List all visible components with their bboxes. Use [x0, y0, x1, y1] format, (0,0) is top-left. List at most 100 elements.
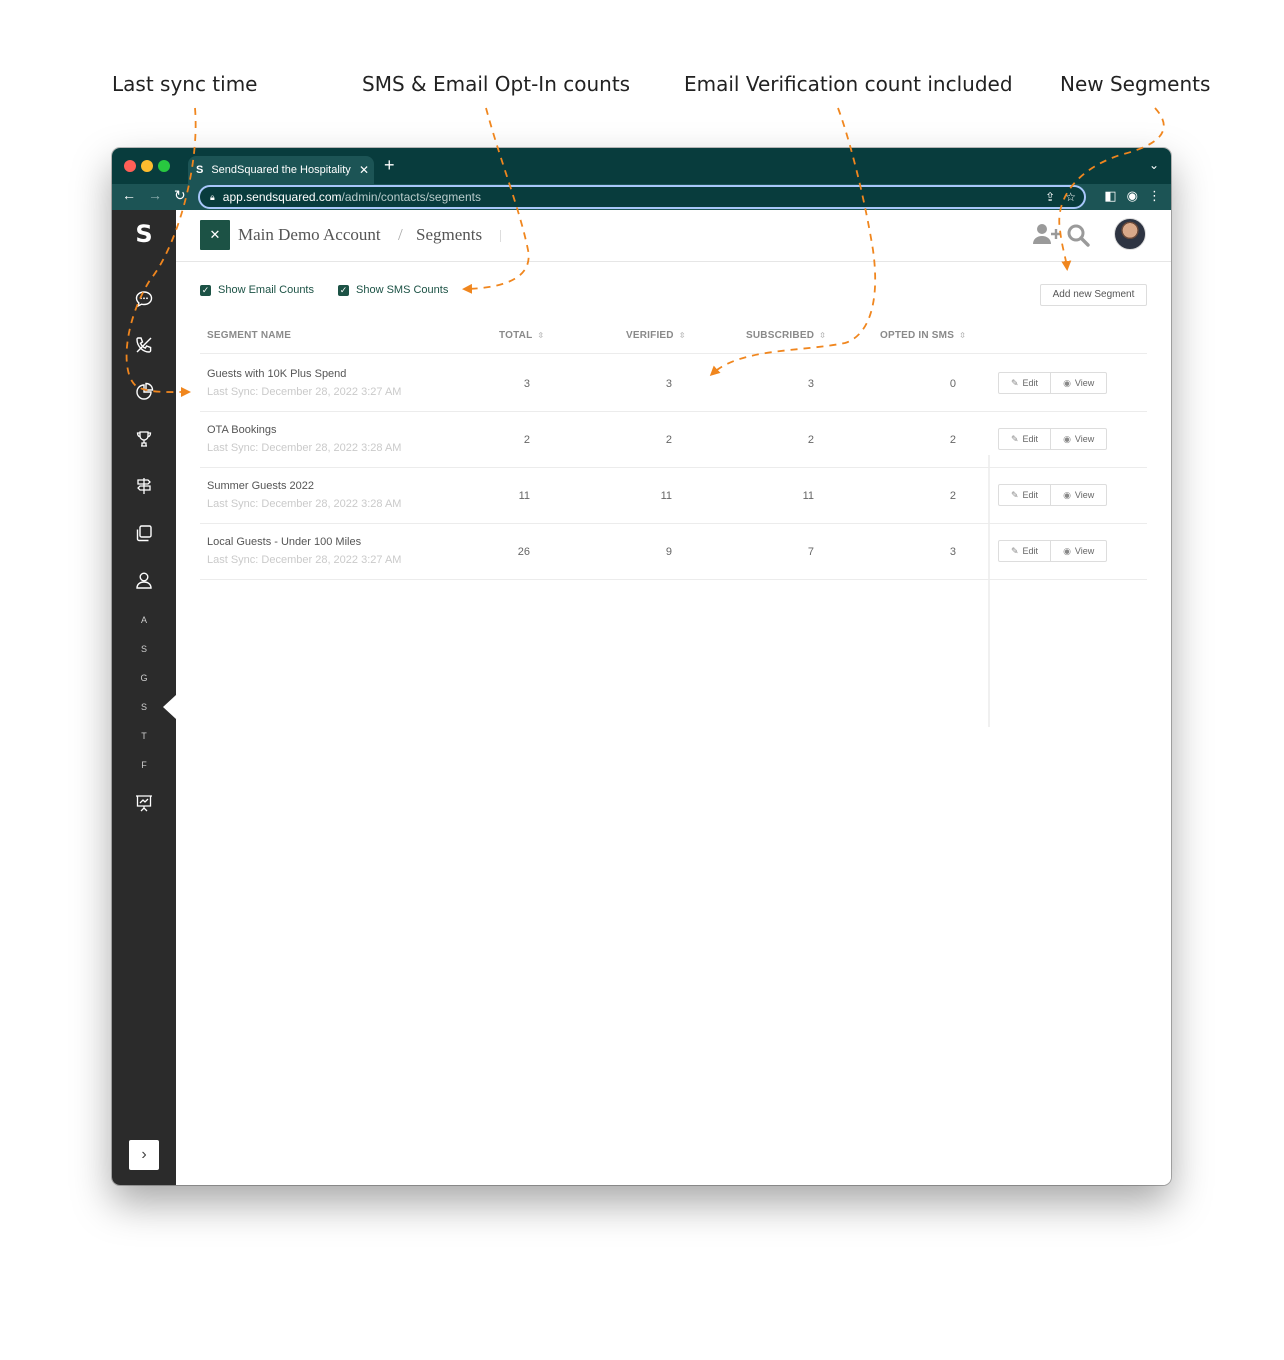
page-title: Segments — [416, 225, 483, 244]
sort-icon: ⇳ — [537, 331, 545, 340]
opted-in-sms-count: 3 — [949, 546, 956, 558]
active-indicator — [163, 695, 176, 719]
view-button[interactable]: ◉ View — [1050, 373, 1106, 393]
profile-icon[interactable]: ◉ — [1127, 188, 1138, 204]
page-header: ✕ Main Demo Account / Segments — [176, 210, 1171, 262]
tab-search-chevron-icon[interactable]: ⌄ — [1149, 158, 1159, 172]
share-icon[interactable]: ⇪ — [1045, 190, 1055, 204]
table-row: Guests with 10K Plus Spend Last Sync: De… — [200, 356, 1147, 412]
tab-title: SendSquared the Hospitality M — [211, 164, 354, 176]
side-panel-icon[interactable]: ◧ — [1104, 188, 1116, 204]
total-count: 3 — [523, 378, 530, 390]
segment-name: OTA Bookings — [207, 424, 277, 436]
browser-titlebar: S SendSquared the Hospitality M ✕ + ⌄ — [112, 148, 1171, 184]
annotation-verification: Email Verification count included — [684, 72, 1013, 96]
new-tab-button[interactable]: + — [384, 155, 395, 176]
sidebar-letter-g[interactable]: G — [112, 673, 176, 683]
view-label: View — [1074, 490, 1095, 500]
annotation-counts: SMS & Email Opt-In counts — [362, 72, 631, 96]
subscribed-count: 7 — [807, 546, 814, 558]
pencil-icon: ✎ — [1011, 434, 1019, 444]
phone-icon[interactable] — [134, 335, 154, 355]
column-subscribed[interactable]: SUBSCRIBED ⇳ — [746, 330, 826, 341]
edit-label: Edit — [1022, 490, 1039, 500]
segment-name: Local Guests - Under 100 Miles — [207, 536, 362, 548]
tab-close-icon[interactable]: ✕ — [354, 163, 374, 177]
pencil-icon: ✎ — [1011, 378, 1019, 388]
view-button[interactable]: ◉ View — [1050, 541, 1106, 561]
sort-icon: ⇳ — [678, 331, 686, 340]
view-label: View — [1074, 434, 1095, 444]
pie-chart-icon[interactable] — [134, 382, 154, 402]
view-button[interactable]: ◉ View — [1050, 485, 1106, 505]
column-subscribed-label: SUBSCRIBED — [746, 330, 815, 341]
column-opted-in-sms[interactable]: OPTED IN SMS ⇳ — [880, 330, 966, 341]
add-contact-icon[interactable] — [1032, 222, 1062, 246]
trophy-icon[interactable] — [134, 429, 154, 449]
table-row: OTA Bookings Last Sync: December 28, 202… — [200, 412, 1147, 468]
expand-sidebar-button[interactable]: › — [129, 1140, 159, 1170]
sidebar-letter-s[interactable]: S — [112, 644, 176, 654]
column-total-label: TOTAL — [499, 330, 533, 341]
search-icon[interactable] — [1066, 223, 1090, 247]
eye-icon: ◉ — [1063, 378, 1071, 388]
subscribed-count: 11 — [802, 490, 814, 502]
sort-icon: ⇳ — [819, 331, 827, 340]
copy-icon[interactable] — [134, 523, 154, 543]
column-total[interactable]: TOTAL ⇳ — [499, 330, 544, 341]
url-path: /admin/contacts/segments — [341, 190, 481, 204]
browser-menu-icon[interactable]: ⋮ — [1148, 188, 1161, 204]
column-verified[interactable]: VERIFIED ⇳ — [626, 330, 686, 341]
last-sync: Last Sync: December 28, 2022 3:28 AM — [207, 498, 402, 510]
maximize-window-button[interactable] — [158, 160, 170, 172]
verified-count: 11 — [660, 490, 672, 502]
chat-icon[interactable] — [134, 289, 154, 309]
avatar[interactable] — [1114, 218, 1146, 250]
close-window-button[interactable] — [124, 160, 136, 172]
row-actions: ✎ Edit ◉ View — [998, 428, 1108, 450]
main-content: ✕ Main Demo Account / Segments ✓ Show Em… — [176, 210, 1171, 1185]
verified-count: 3 — [665, 378, 672, 390]
url-host: app.sendsquared.com — [222, 190, 342, 204]
total-count: 11 — [518, 490, 530, 502]
forward-icon[interactable]: → — [148, 187, 162, 203]
verified-count: 9 — [665, 546, 672, 558]
table-row: Local Guests - Under 100 Miles Last Sync… — [200, 524, 1147, 580]
column-opted-label: OPTED IN SMS — [880, 330, 955, 341]
app-logo[interactable]: S — [112, 220, 176, 248]
total-count: 2 — [523, 434, 530, 446]
edit-label: Edit — [1022, 434, 1039, 444]
signpost-icon[interactable] — [134, 476, 154, 496]
back-icon[interactable]: ← — [122, 187, 136, 203]
minimize-window-button[interactable] — [141, 160, 153, 172]
close-account-button[interactable]: ✕ — [200, 220, 230, 250]
last-sync: Last Sync: December 28, 2022 3:27 AM — [207, 554, 402, 566]
sidebar-letter-a[interactable]: A — [112, 615, 176, 625]
last-sync: Last Sync: December 28, 2022 3:27 AM — [207, 386, 402, 398]
breadcrumb-account[interactable]: Main Demo Account — [238, 225, 381, 245]
edit-button[interactable]: ✎ Edit — [999, 429, 1050, 449]
last-sync: Last Sync: December 28, 2022 3:28 AM — [207, 442, 402, 454]
sidebar-letter-f[interactable]: F — [112, 760, 176, 770]
sidebar-letter-t[interactable]: T — [112, 731, 176, 741]
add-new-segment-button[interactable]: Add new Segment — [1040, 284, 1147, 306]
show-sms-counts-checkbox[interactable]: ✓ Show SMS Counts — [338, 284, 448, 296]
table-header: SEGMENT NAME TOTAL ⇳ VERIFIED ⇳ SUBSCRIBED… — [200, 322, 1147, 354]
edit-button[interactable]: ✎ Edit — [999, 373, 1050, 393]
bookmark-star-icon[interactable]: ☆ — [1065, 190, 1076, 204]
edit-button[interactable]: ✎ Edit — [999, 485, 1050, 505]
opted-in-sms-count: 2 — [949, 490, 956, 502]
reload-icon[interactable]: ↻ — [174, 187, 186, 204]
count-filters: ✓ Show Email Counts ✓ Show SMS Counts — [200, 284, 448, 296]
browser-tab[interactable]: S SendSquared the Hospitality M ✕ — [188, 156, 374, 184]
app-sidebar: S A S G S T F › — [112, 210, 176, 1185]
address-bar[interactable]: 🔒︎ app.sendsquared.com/admin/contacts/se… — [198, 185, 1086, 209]
edit-button[interactable]: ✎ Edit — [999, 541, 1050, 561]
eye-icon: ◉ — [1063, 546, 1071, 556]
view-label: View — [1074, 378, 1095, 388]
show-email-counts-checkbox[interactable]: ✓ Show Email Counts — [200, 284, 314, 296]
user-icon[interactable] — [134, 570, 154, 590]
presentation-icon[interactable] — [134, 793, 154, 813]
view-button[interactable]: ◉ View — [1050, 429, 1106, 449]
edit-label: Edit — [1022, 378, 1039, 388]
